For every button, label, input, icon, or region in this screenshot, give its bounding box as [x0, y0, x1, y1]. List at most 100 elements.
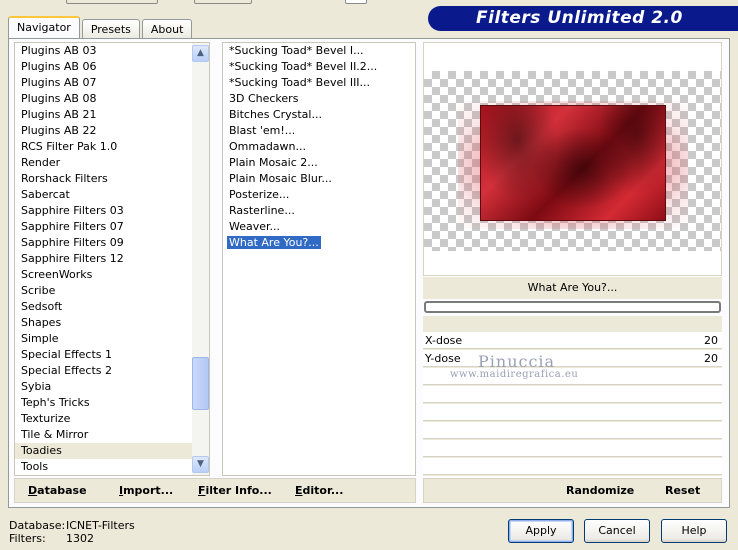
param-value: 20 — [704, 352, 718, 365]
filter-item-label: Bitches Crystal... — [229, 108, 322, 121]
filter-item-label: Rasterline... — [229, 204, 295, 217]
filters-count-label: Filters: — [9, 532, 46, 545]
category-list[interactable]: Plugins AB 03 Plugins AB 06 Plugins AB 07 P… — [14, 42, 210, 476]
apply-button[interactable]: Apply — [508, 519, 574, 543]
param-label: Y-dose — [425, 352, 461, 365]
filters-count-value: 1302 — [66, 532, 94, 545]
filter-item-label: Ommadawn... — [229, 140, 307, 153]
top-control-stub — [66, 0, 158, 4]
category-item[interactable]: Tools — [15, 459, 209, 475]
filter-rows: *Sucking Toad* Bevel I... *Sucking Toad* … — [223, 43, 415, 251]
filter-item[interactable]: Posterize... — [223, 187, 415, 203]
filter-item[interactable]: Rasterline... — [223, 203, 415, 219]
filter-info-button[interactable]: Filter Info... — [198, 479, 272, 502]
param-row-empty — [423, 368, 722, 385]
preview-image — [480, 105, 666, 221]
category-item[interactable]: Texturize — [15, 411, 209, 427]
tab-about[interactable]: About — [141, 19, 193, 39]
category-item[interactable]: Render — [15, 155, 209, 171]
filter-item[interactable]: Blast 'em!... — [223, 123, 415, 139]
category-rows: Plugins AB 03 Plugins AB 06 Plugins AB 07 P… — [15, 43, 209, 475]
category-item[interactable]: Toadies — [15, 443, 209, 459]
filter-item[interactable]: 3D Checkers — [223, 91, 415, 107]
category-scrollbar[interactable]: ▲ ▼ — [192, 43, 209, 475]
filter-item-label: *Sucking Toad* Bevel III... — [229, 76, 371, 89]
top-control-stub — [194, 0, 252, 4]
preview-pane — [423, 42, 722, 276]
transparency-checkerboard — [424, 71, 721, 251]
filter-item[interactable]: What Are You?... — [223, 235, 415, 251]
category-item[interactable]: Sapphire Filters 07 — [15, 219, 209, 235]
category-item[interactable]: Plugins AB 08 — [15, 91, 209, 107]
category-item[interactable]: Sapphire Filters 03 — [15, 203, 209, 219]
filter-item[interactable]: *Sucking Toad* Bevel II.2... — [223, 59, 415, 75]
category-item[interactable]: Teph's Tricks — [15, 395, 209, 411]
filter-item-label: What Are You?... — [227, 236, 321, 249]
category-item[interactable]: Sapphire Filters 12 — [15, 251, 209, 267]
import-button[interactable]: Import... — [119, 479, 173, 502]
category-item[interactable]: Plugins AB 07 — [15, 75, 209, 91]
randomize-button[interactable]: Randomize — [566, 479, 634, 502]
editor-button[interactable]: Editor... — [295, 479, 343, 502]
category-item[interactable]: Sedsoft — [15, 299, 209, 315]
database-button[interactable]: Database — [28, 479, 87, 502]
param-row-x-dose[interactable]: X-dose 20 — [423, 332, 722, 349]
filter-item[interactable]: Weaver... — [223, 219, 415, 235]
category-item[interactable]: Sabercat — [15, 187, 209, 203]
database-status: Database:ICNET-Filters Filters: 1302 — [9, 519, 135, 545]
scroll-thumb[interactable] — [192, 357, 209, 410]
category-item[interactable]: Special Effects 2 — [15, 363, 209, 379]
param-value: 20 — [704, 334, 718, 347]
category-item[interactable]: ScreenWorks — [15, 267, 209, 283]
filter-item-label: *Sucking Toad* Bevel I... — [229, 44, 364, 57]
tab-navigator[interactable]: Navigator — [8, 16, 80, 39]
category-item[interactable]: RCS Filter Pak 1.0 — [15, 139, 209, 155]
category-item[interactable]: Plugins AB 21 — [15, 107, 209, 123]
category-item[interactable]: Tile & Mirror — [15, 427, 209, 443]
scroll-down-icon[interactable]: ▼ — [192, 456, 209, 473]
category-item[interactable]: Simple — [15, 331, 209, 347]
filter-item[interactable]: Plain Mosaic Blur... — [223, 171, 415, 187]
filter-item[interactable]: *Sucking Toad* Bevel III... — [223, 75, 415, 91]
scroll-up-icon[interactable]: ▲ — [192, 45, 209, 62]
category-item[interactable]: Shapes — [15, 315, 209, 331]
category-item[interactable]: Plugins AB 22 — [15, 123, 209, 139]
param-row-empty — [423, 386, 722, 403]
filter-item-label: 3D Checkers — [229, 92, 299, 105]
app-title-banner: Filters Unlimited 2.0 — [428, 6, 738, 31]
param-row-y-dose[interactable]: Y-dose 20 — [423, 350, 722, 367]
category-item[interactable]: Sapphire Filters 09 — [15, 235, 209, 251]
filter-item[interactable]: Ommadawn... — [223, 139, 415, 155]
param-row-empty — [423, 458, 722, 475]
database-value: ICNET-Filters — [66, 519, 135, 532]
filter-item-label: Plain Mosaic 2... — [229, 156, 318, 169]
param-row-empty — [423, 422, 722, 439]
cancel-button[interactable]: Cancel — [584, 519, 650, 543]
category-item[interactable]: Special Effects 1 — [15, 347, 209, 363]
filter-item-label: Blast 'em!... — [229, 124, 296, 137]
filter-item[interactable]: Plain Mosaic 2... — [223, 155, 415, 171]
category-item[interactable]: Plugins AB 03 — [15, 43, 209, 59]
parameter-panel: X-dose 20 Y-dose 20 — [423, 316, 722, 476]
category-item[interactable]: Sybia — [15, 379, 209, 395]
filter-item-label: Plain Mosaic Blur... — [229, 172, 332, 185]
category-item[interactable]: Plugins AB 06 — [15, 59, 209, 75]
filter-item[interactable]: Bitches Crystal... — [223, 107, 415, 123]
preview-button-bar: Randomize Reset — [423, 478, 722, 503]
navigator-button-bar: Database Import... Filter Info... Editor… — [14, 478, 416, 503]
param-label: X-dose — [425, 334, 463, 347]
filter-list[interactable]: *Sucking Toad* Bevel I... *Sucking Toad* … — [222, 42, 416, 476]
tab-presets[interactable]: Presets — [81, 19, 140, 39]
category-item[interactable]: Rorshack Filters — [15, 171, 209, 187]
filter-item-label: Weaver... — [229, 220, 281, 233]
filter-item[interactable]: *Sucking Toad* Bevel I... — [223, 43, 415, 59]
database-label: Database: — [9, 519, 66, 532]
progress-bar — [424, 301, 721, 313]
reset-button[interactable]: Reset — [665, 479, 700, 502]
filter-item-label: *Sucking Toad* Bevel II.2... — [229, 60, 378, 73]
category-item[interactable]: Scribe — [15, 283, 209, 299]
filter-item-label: Posterize... — [229, 188, 290, 201]
selected-filter-name: What Are You?... — [423, 277, 722, 299]
top-control-stub — [345, 0, 367, 4]
help-button[interactable]: Help — [661, 519, 727, 543]
